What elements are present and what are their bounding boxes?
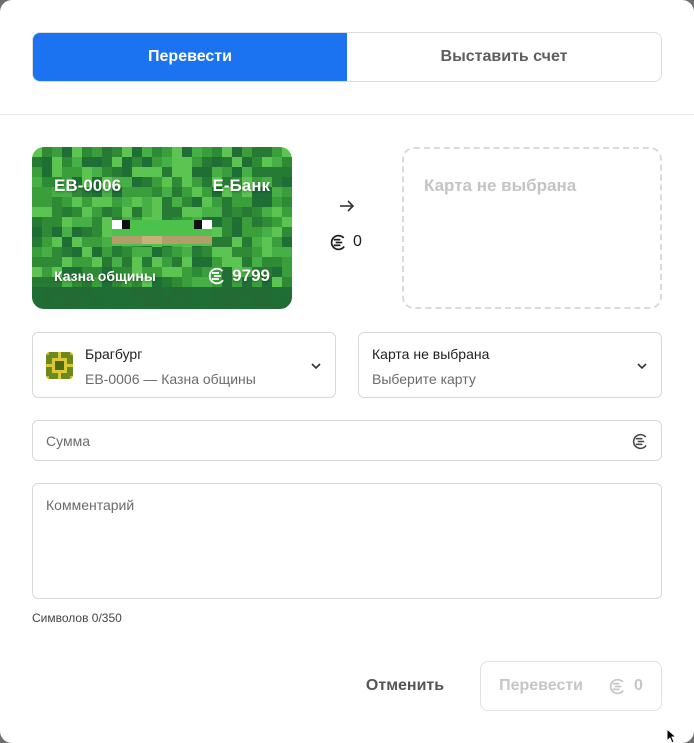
target-select-subtitle: Выберите карту <box>372 371 476 387</box>
target-card-placeholder[interactable]: Карта не выбрана <box>402 147 662 309</box>
target-card-label: Карта не выбрана <box>424 176 577 195</box>
source-card-select[interactable]: Брагбург EB-0006 — Казна общины <box>32 332 336 398</box>
card-bank-name: Е-Банк <box>212 176 270 195</box>
chevron-down-icon <box>637 363 647 370</box>
submit-label: Перевести <box>499 677 584 694</box>
transfer-amount: 0 <box>330 233 362 251</box>
card-id: EB-0006 <box>54 176 122 195</box>
cancel-button[interactable]: Отменить <box>348 661 462 711</box>
source-select-subtitle: EB-0006 — Казна общины <box>85 371 256 387</box>
tab-transfer[interactable]: Перевести <box>33 33 347 81</box>
mouse-cursor-icon <box>666 728 678 743</box>
target-card-select[interactable]: Карта не выбрана Выберите карту <box>358 332 662 398</box>
community-avatar <box>46 352 73 379</box>
header-divider <box>0 114 694 115</box>
amount-field-wrapper <box>32 420 662 461</box>
currency-icon <box>609 678 626 694</box>
amount-input[interactable] <box>33 421 623 460</box>
card-balance: 9799 <box>208 266 270 286</box>
submit-transfer-button[interactable]: Перевести 0 <box>480 661 662 711</box>
source-card[interactable]: EB-0006 Е-Банк Казна общины 9799 <box>32 147 292 309</box>
comment-field-wrapper <box>32 483 662 599</box>
currency-icon <box>208 267 226 285</box>
card-balance-value: 9799 <box>232 266 270 285</box>
mode-tabs: Перевести Выставить счет <box>32 32 662 82</box>
arrow-right-icon <box>340 200 355 212</box>
target-select-title: Карта не выбрана <box>372 346 490 362</box>
currency-icon <box>632 433 649 450</box>
chevron-down-icon <box>311 363 321 370</box>
currency-icon <box>330 234 347 250</box>
card-holder-name: Казна общины <box>54 268 156 284</box>
source-select-title: Брагбург <box>85 346 143 362</box>
transfer-dialog: Перевести Выставить счет EB-0006 Е-Банк … <box>0 0 694 743</box>
transfer-amount-value: 0 <box>353 233 362 250</box>
character-counter: Символов 0/350 <box>32 611 122 625</box>
tab-invoice[interactable]: Выставить счет <box>347 33 661 81</box>
submit-amount: 0 <box>634 677 643 694</box>
comment-textarea[interactable] <box>33 484 661 598</box>
